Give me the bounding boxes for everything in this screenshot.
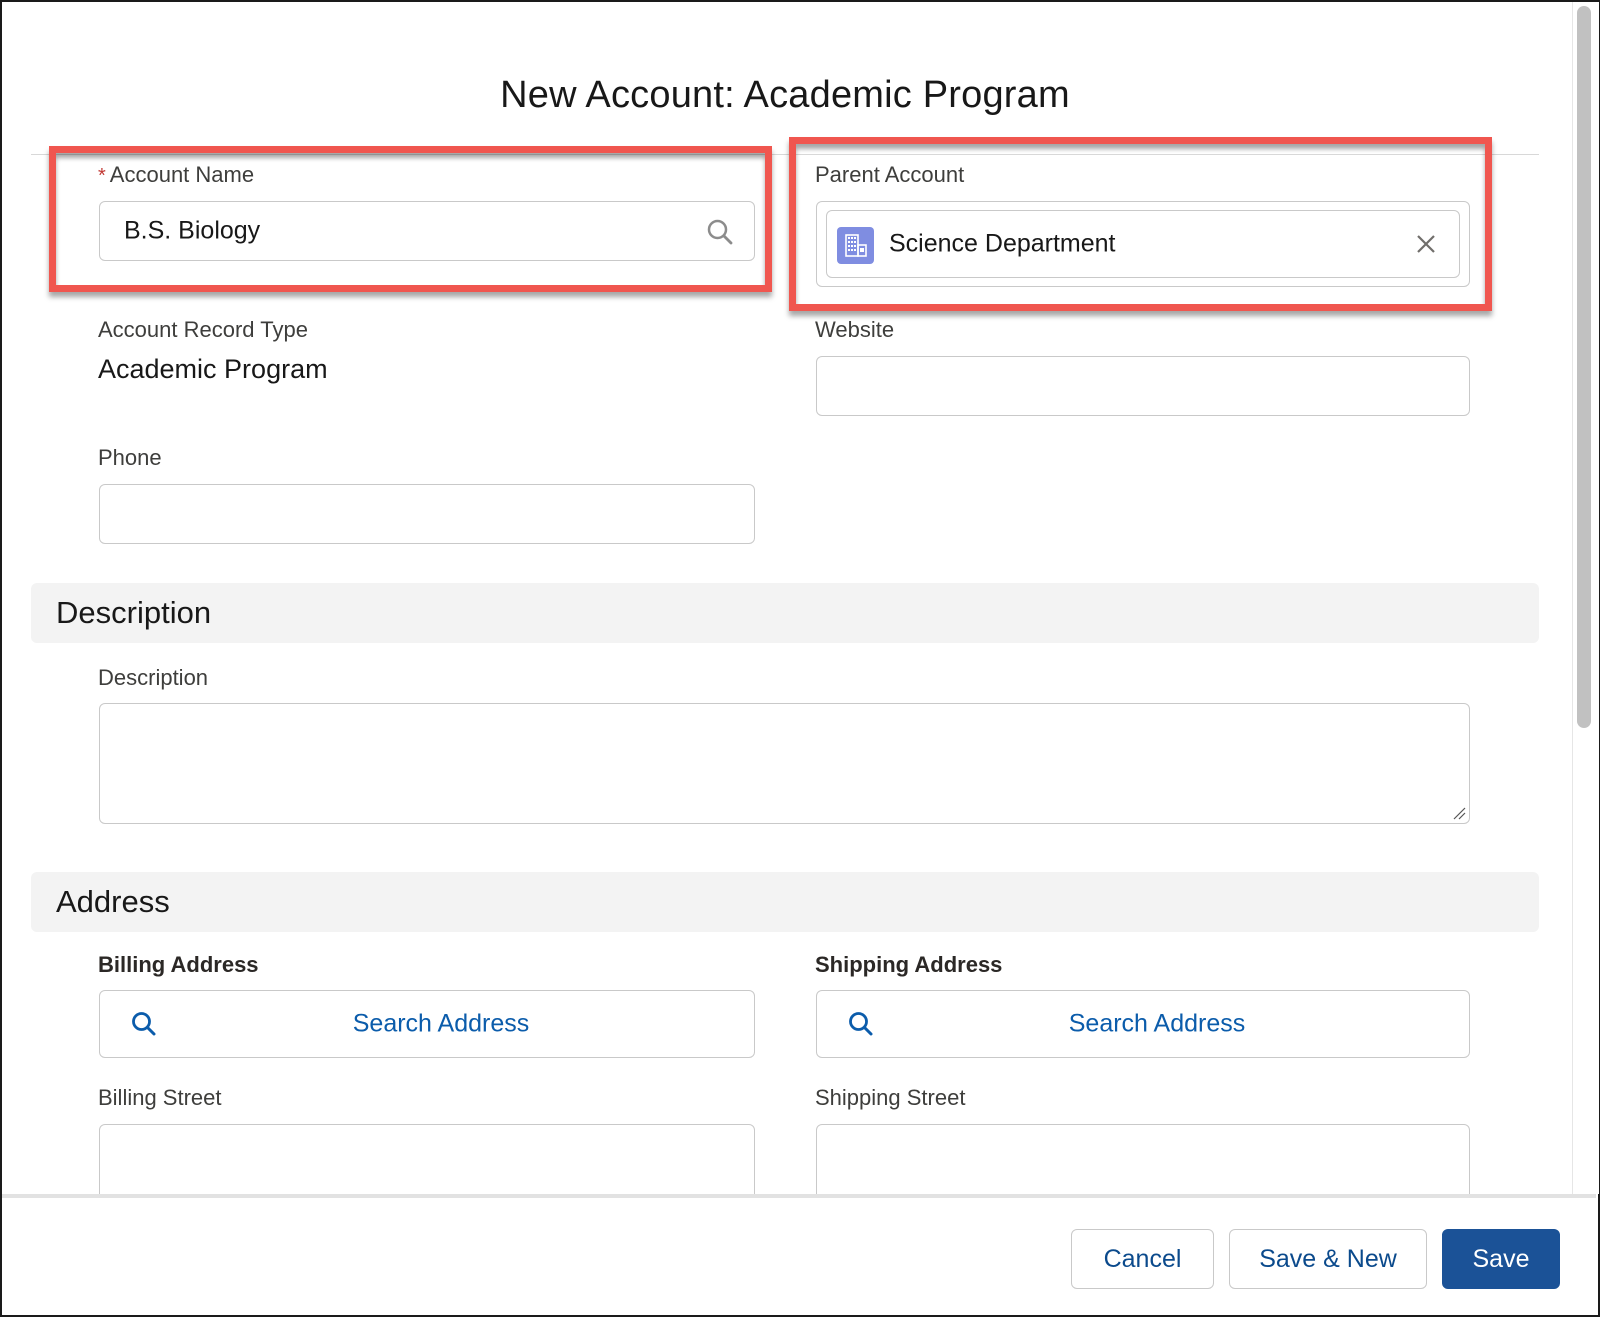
annotation-highlight-account-name [49,146,772,292]
shipping-address-label: Shipping Address [815,952,1003,977]
description-label: Description [98,665,209,690]
modal-title: New Account: Academic Program [500,74,1070,116]
record-type-value: Academic Program [98,354,328,384]
description-textarea[interactable] [99,703,1470,824]
shipping-street-label: Shipping Street [815,1085,966,1110]
address-section-header[interactable]: Address [31,872,1539,932]
phone-label: Phone [98,445,162,470]
billing-search-address-text: Search Address [352,1009,530,1038]
scrollbar-thumb[interactable] [1577,6,1591,728]
description-section-header[interactable]: Description [31,583,1539,643]
billing-search-address-button[interactable]: Search Address [99,990,755,1058]
billing-address-label: Billing Address [98,952,259,977]
website-label: Website [815,317,895,342]
shipping-search-address-button[interactable]: Search Address [816,990,1470,1058]
annotation-highlight-parent-account [789,137,1492,311]
resize-handle-icon[interactable] [1452,806,1466,820]
save-button[interactable]: Save [1442,1229,1560,1289]
footer-divider [2,1194,1596,1198]
description-section-title: Description [56,595,212,630]
shipping-search-address-text: Search Address [1068,1009,1246,1038]
save-and-new-button[interactable]: Save & New [1229,1229,1427,1289]
cancel-button[interactable]: Cancel [1071,1229,1214,1289]
billing-street-label: Billing Street [98,1085,222,1110]
record-type-label: Account Record Type [98,317,308,342]
address-section-title: Address [56,884,170,919]
website-input[interactable] [816,356,1470,416]
phone-input[interactable] [99,484,755,544]
